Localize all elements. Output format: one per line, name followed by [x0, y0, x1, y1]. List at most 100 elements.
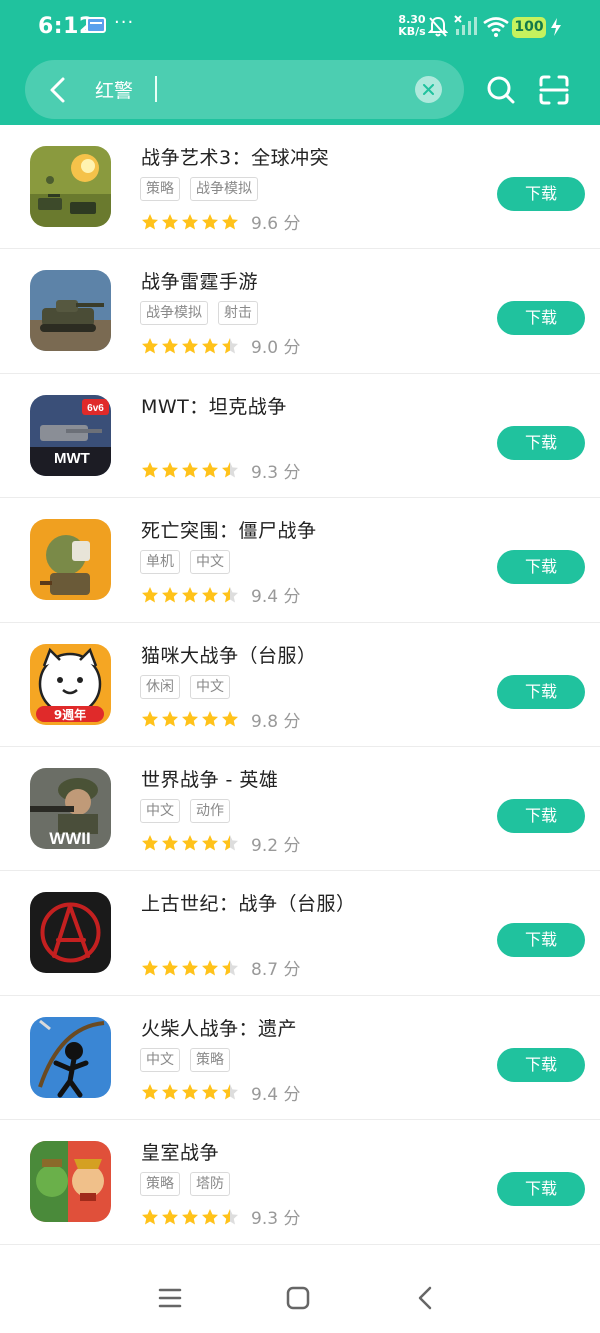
app-tags: 中文 动作 [140, 798, 230, 823]
list-item[interactable]: 火柴人战争：遗产 中文 策略 9.4 分 下载 [0, 996, 600, 1121]
star-full-icon [202, 586, 218, 603]
app-tag: 中文 [140, 1047, 180, 1072]
war-thunder-icon [30, 270, 111, 352]
home-icon[interactable] [284, 1284, 312, 1312]
download-button[interactable]: 下载 [497, 1172, 585, 1207]
list-item[interactable]: 皇室战争 策略 塔防 9.3 分 下载 [0, 1120, 600, 1245]
list-item[interactable]: WWII 世界战争 - 英雄 中文 动作 9.2 分 下载 [0, 747, 600, 872]
mute-bell-icon [428, 16, 448, 37]
app-score: 9.2 分 [251, 835, 301, 856]
app-name: 死亡突围：僵尸战争 [141, 520, 317, 543]
app-score: 9.4 分 [251, 587, 301, 608]
star-half-icon [222, 337, 238, 354]
app-score: 9.6 分 [251, 214, 301, 234]
more-notifications-icon: ··· [114, 12, 135, 33]
app-tag: 战争模拟 [190, 177, 258, 201]
star-full-icon [202, 1208, 218, 1225]
wifi-icon [483, 17, 509, 37]
app-tag: 战争模拟 [140, 301, 208, 326]
app-name: 皇室战争 [141, 1142, 220, 1165]
star-full-icon [142, 1084, 158, 1100]
list-item[interactable]: 战争艺术3：全球冲突 策略 战争模拟 9.6 分 下载 [0, 125, 600, 250]
star-full-icon [202, 1084, 218, 1100]
star-full-icon [142, 711, 158, 727]
star-rating [141, 834, 239, 852]
text-cursor [155, 76, 157, 102]
app-name: 火柴人战争：遗产 [141, 1017, 298, 1040]
search-input[interactable]: 红警 [95, 76, 133, 103]
app-rating: 9.6 分 [141, 209, 300, 234]
app-name: 世界战争 - 英雄 [141, 768, 279, 791]
scan-icon[interactable] [539, 75, 569, 105]
app-score: 9.3 分 [251, 1209, 301, 1230]
download-button[interactable]: 下载 [497, 301, 585, 336]
back-arrow-icon[interactable] [43, 74, 73, 106]
list-item[interactable]: 上古世纪：战争（台服） 8.7 分 下载 [0, 871, 600, 996]
anniversary-badge-text: 9週年 [54, 707, 86, 722]
app-tags: 中文 策略 [140, 1047, 230, 1072]
star-full-icon [202, 835, 218, 851]
app-rating: 9.4 分 [141, 582, 300, 607]
clash-royale-icon [30, 1141, 111, 1223]
star-full-icon [142, 462, 158, 478]
star-rating [141, 1083, 239, 1101]
wwii-text: WWII [49, 829, 91, 848]
star-full-icon [182, 337, 198, 354]
star-full-icon [162, 959, 178, 976]
clear-search-button[interactable] [415, 76, 442, 103]
world-war-heroes-icon: WWII [30, 767, 111, 849]
star-full-icon [182, 462, 198, 478]
star-full-icon [142, 586, 158, 603]
star-half-icon [222, 835, 238, 851]
mwt-logo-text: MWT [54, 450, 90, 467]
search-icon[interactable] [486, 75, 516, 105]
app-tag: 塔防 [190, 1172, 230, 1197]
star-full-icon [142, 835, 158, 851]
star-rating [141, 1208, 239, 1226]
star-full-icon [182, 959, 198, 976]
star-full-icon [182, 1084, 198, 1100]
dead-ahead-icon [30, 519, 111, 601]
battery-indicator: 100 [512, 17, 546, 38]
star-full-icon [162, 835, 178, 851]
download-button[interactable]: 下载 [497, 1047, 585, 1082]
app-tags: 策略 塔防 [140, 1172, 230, 1197]
download-button[interactable]: 下载 [497, 177, 585, 211]
app-list: 战争艺术3：全球冲突 策略 战争模拟 9.6 分 下载 战争雷霆手游 战争模拟 … [0, 125, 600, 1245]
star-half-icon [222, 1208, 238, 1225]
download-button[interactable]: 下载 [497, 550, 585, 585]
notification-icon [86, 17, 106, 33]
app-tags: 单机 中文 [140, 550, 230, 575]
app-score: 9.8 分 [251, 711, 301, 732]
list-item[interactable]: 战争雷霆手游 战争模拟 射击 9.0 分 下载 [0, 249, 600, 374]
list-item[interactable]: 6v6 MWT MWT：坦克战争 9.3 分 下载 [0, 374, 600, 499]
star-full-icon [162, 213, 178, 229]
download-button[interactable]: 下载 [497, 674, 585, 709]
star-full-icon [142, 337, 158, 354]
app-rating: 9.4 分 [141, 1080, 300, 1105]
star-full-icon [222, 213, 238, 229]
app-name: MWT：坦克战争 [141, 395, 287, 418]
star-half-icon [222, 1084, 238, 1100]
star-full-icon [182, 213, 198, 229]
list-item[interactable]: 死亡突围：僵尸战争 单机 中文 9.4 分 下载 [0, 498, 600, 623]
star-rating [141, 959, 239, 977]
system-nav-bar [0, 1262, 600, 1333]
star-full-icon [162, 462, 178, 478]
app-tag: 中文 [140, 798, 180, 823]
star-full-icon [182, 586, 198, 603]
app-name: 战争雷霆手游 [141, 271, 259, 294]
back-icon[interactable] [412, 1284, 440, 1312]
app-tag: 动作 [190, 798, 230, 823]
list-item[interactable]: 9週年 猫咪大战争（台服） 休闲 中文 9.8 分 下载 [0, 623, 600, 747]
menu-icon[interactable] [156, 1284, 184, 1312]
download-button[interactable]: 下载 [497, 923, 585, 958]
star-rating [141, 710, 239, 728]
app-tag: 策略 [140, 1172, 180, 1197]
download-button[interactable]: 下载 [497, 798, 585, 833]
app-rating: 9.0 分 [141, 333, 300, 358]
app-score: 9.3 分 [251, 462, 301, 483]
download-button[interactable]: 下载 [497, 425, 585, 460]
app-tag: 策略 [140, 177, 180, 201]
war-art-3-icon [30, 146, 111, 227]
